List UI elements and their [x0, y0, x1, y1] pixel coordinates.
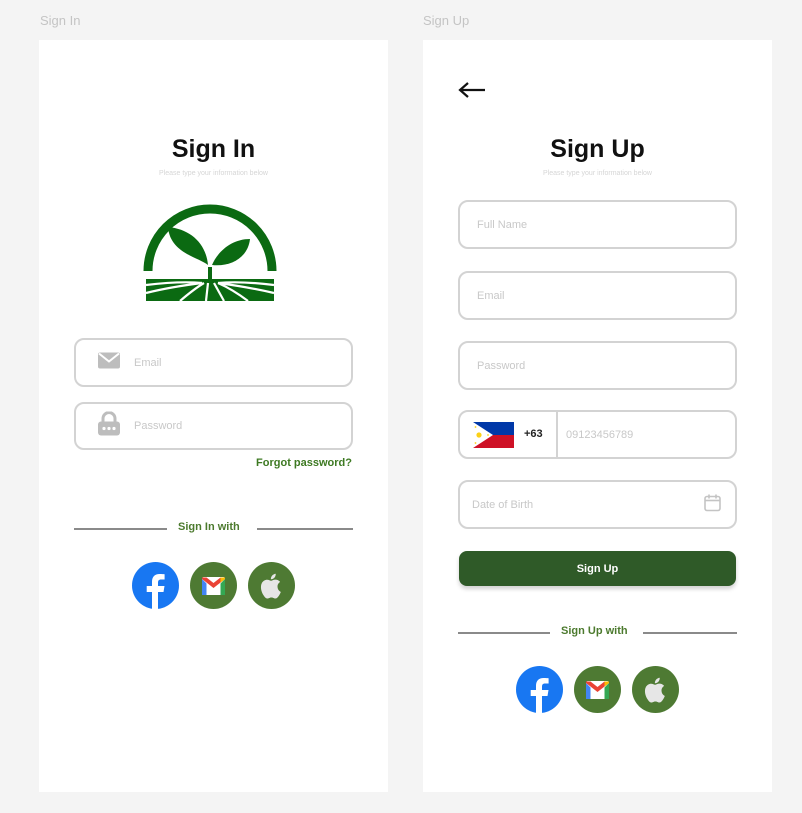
date-of-birth-placeholder: Date of Birth [472, 498, 534, 511]
calendar-icon[interactable] [704, 493, 721, 516]
phone-field[interactable]: +63 09123456789 [458, 410, 737, 459]
apple-button[interactable] [248, 562, 295, 609]
password-placeholder: Password [134, 420, 183, 432]
full-name-placeholder: Full Name [477, 218, 528, 231]
apple-button[interactable] [632, 666, 679, 713]
sign-in-screen: Sign In Please type your information bel… [39, 40, 388, 792]
password-placeholder: Password [477, 359, 526, 372]
sign-up-social-divider: Sign Up with [458, 625, 737, 639]
facebook-icon [132, 562, 179, 609]
sign-up-title: Sign Up [550, 135, 645, 163]
sign-in-subtitle: Please type your information below [159, 170, 268, 177]
facebook-icon [516, 666, 563, 713]
apple-icon [260, 573, 281, 599]
password-field[interactable]: Password [458, 341, 737, 390]
email-placeholder: Email [477, 289, 505, 302]
email-placeholder: Email [134, 356, 162, 369]
divider-line [458, 632, 550, 634]
divider-line [643, 632, 737, 634]
date-of-birth-field[interactable]: Date of Birth [458, 480, 737, 529]
sign-up-with-label: Sign Up with [561, 625, 628, 637]
sign-up-subtitle: Please type your information below [543, 170, 652, 177]
country-code-selector[interactable]: +63 [460, 412, 558, 457]
gmail-icon [202, 577, 225, 595]
arrow-left-icon [458, 82, 485, 98]
facebook-button[interactable] [516, 666, 563, 713]
lock-icon [98, 411, 120, 441]
phone-placeholder: 09123456789 [566, 428, 634, 441]
apple-icon [644, 677, 665, 703]
sign-in-social-divider: Sign In with [74, 521, 353, 535]
app-logo [140, 195, 280, 303]
country-code: +63 [524, 428, 543, 440]
gmail-button[interactable] [190, 562, 237, 609]
gmail-icon [586, 681, 609, 699]
forgot-password-link[interactable]: Forgot password? [256, 457, 352, 469]
facebook-button[interactable] [132, 562, 179, 609]
sign-up-button[interactable]: Sign Up [459, 551, 736, 586]
frame-label-sign-in: Sign In [40, 13, 81, 28]
email-field[interactable]: Email [458, 271, 737, 320]
gmail-button[interactable] [574, 666, 621, 713]
full-name-field[interactable]: Full Name [458, 200, 737, 249]
sign-up-screen: Sign Up Please type your information bel… [423, 40, 772, 792]
philippines-flag-icon [473, 422, 514, 453]
frame-label-sign-up: Sign Up [423, 13, 470, 28]
back-button[interactable] [457, 80, 487, 100]
password-field[interactable]: Password [74, 402, 353, 450]
divider-line [257, 528, 353, 530]
sign-in-with-label: Sign In with [178, 521, 240, 533]
divider-line [74, 528, 167, 530]
email-field[interactable]: Email [74, 338, 353, 387]
mail-icon [98, 352, 120, 373]
sign-in-title: Sign In [171, 135, 256, 163]
